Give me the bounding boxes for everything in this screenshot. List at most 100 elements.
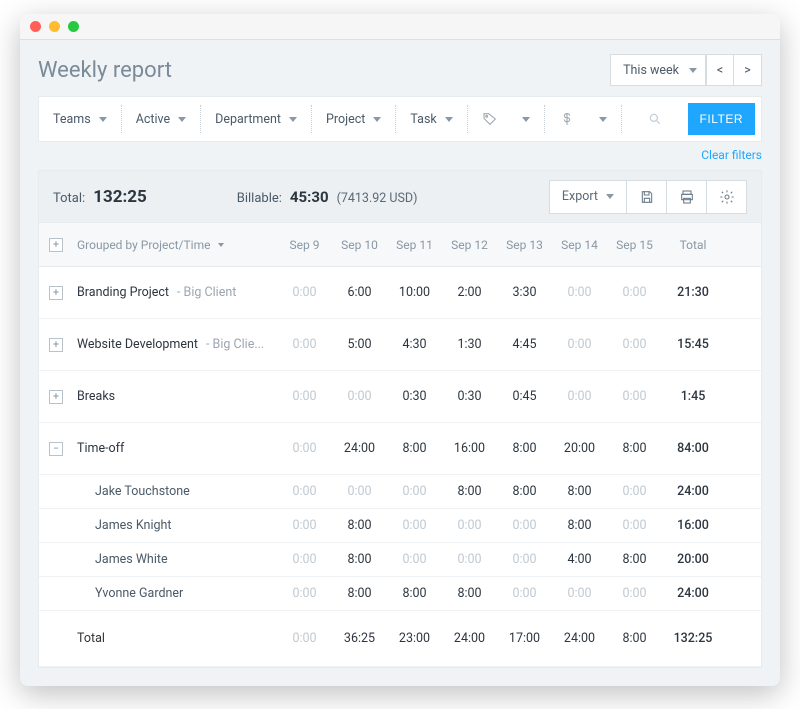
table-subrow: James White 0:008:000:000:000:004:008:00… [39,543,761,577]
time-cell: 0:00 [552,285,607,300]
time-cell: 0:00 [552,337,607,352]
chevron-down-icon [689,68,697,73]
time-cell: 0:00 [277,631,332,646]
titlebar [20,14,780,40]
billable-value: 45:30 [290,188,329,206]
next-week-button[interactable]: > [734,54,762,86]
time-cell: 8:00 [442,484,497,499]
chevron-down-icon [606,194,614,199]
dollar-icon [559,111,575,127]
filters-bar: Teams Active Department Project Task [38,96,762,142]
time-cell: 0:00 [497,586,552,601]
time-cell: 24:00 [552,631,607,646]
search-icon [648,112,662,126]
total-value: 132:25 [93,187,147,207]
row-name: Breaks [73,389,277,404]
time-cell: 17:00 [497,631,552,646]
time-cell: 0:00 [277,484,332,499]
row-total: 84:00 [662,441,724,456]
time-cell: 5:00 [332,337,387,352]
time-cell: 0:30 [442,389,497,404]
subrow-name: James White [73,552,277,567]
time-cell: 8:00 [387,441,442,456]
report-table: Total: 132:25 Billable: 45:30 (7413.92 U… [38,170,762,668]
apply-filter-button[interactable]: FILTER [688,103,755,135]
filter-project[interactable]: Project [312,97,395,141]
time-cell: 0:00 [552,389,607,404]
time-cell: 4:00 [552,552,607,567]
row-expand-toggle[interactable]: + [49,286,63,300]
time-cell: 4:45 [497,337,552,352]
time-cell: 8:00 [387,586,442,601]
time-cell: 8:00 [552,484,607,499]
column-day: Sep 15 [607,238,662,252]
filter-active[interactable]: Active [122,97,200,141]
chevron-down-icon [599,117,607,122]
row-name: Website Development - Big Clie... [73,337,277,352]
window-maximize-button[interactable] [68,21,79,32]
time-cell: 0:00 [277,285,332,300]
billable-currency: (7413.92 USD) [337,191,418,206]
time-cell: 6:00 [332,285,387,300]
topbar: Weekly report This week < > [20,40,780,96]
subrow-name: Jake Touchstone [73,484,277,499]
table-row: + Breaks 0:000:000:300:300:450:000:00 1:… [39,371,761,423]
group-by-column[interactable]: Grouped by Project/Time [73,238,277,252]
time-cell: 16:00 [442,441,497,456]
filter-tag[interactable] [468,97,544,141]
time-cell: 0:45 [497,389,552,404]
table-row: + Branding Project - Big Client 0:006:00… [39,267,761,319]
window-close-button[interactable] [30,21,41,32]
row-total: 21:30 [662,285,724,300]
column-day: Sep 13 [497,238,552,252]
time-cell: 0:00 [277,441,332,456]
expand-all-toggle[interactable]: + [49,238,63,252]
time-cell: 0:00 [552,586,607,601]
time-cell: 8:00 [332,586,387,601]
row-expand-toggle[interactable]: + [49,390,63,404]
time-cell: 8:00 [607,631,662,646]
time-cell: 0:00 [277,518,332,533]
table-subrow: James Knight 0:008:000:000:000:008:000:0… [39,509,761,543]
time-cell: 0:00 [607,518,662,533]
column-day: Sep 10 [332,238,387,252]
time-cell: 0:00 [442,552,497,567]
settings-button[interactable] [707,180,747,214]
chevron-down-icon [445,117,453,122]
clear-filters-link[interactable]: Clear filters [701,148,762,162]
time-cell: 0:00 [607,285,662,300]
time-cell: 0:00 [387,518,442,533]
billable-label: Billable: [237,191,282,206]
filter-task[interactable]: Task [396,97,466,141]
filter-teams[interactable]: Teams [39,97,121,141]
row-total: 20:00 [662,552,724,567]
gear-icon [719,189,735,205]
time-cell: 0:30 [387,389,442,404]
time-cell: 8:00 [332,552,387,567]
filter-billable[interactable] [545,97,621,141]
time-cell: 0:00 [332,389,387,404]
time-cell: 8:00 [332,518,387,533]
filter-department[interactable]: Department [201,97,311,141]
print-button[interactable] [667,180,707,214]
app-window: Weekly report This week < > Teams Active… [20,14,780,686]
export-button[interactable]: Export [549,180,627,214]
prev-week-button[interactable]: < [706,54,734,86]
window-minimize-button[interactable] [49,21,60,32]
time-cell: 0:00 [277,552,332,567]
row-expand-toggle[interactable]: − [49,442,63,456]
row-expand-toggle[interactable]: + [49,338,63,352]
column-total: Total [662,238,724,252]
time-cell: 0:00 [387,484,442,499]
time-cell: 0:00 [607,337,662,352]
date-range-select[interactable]: This week [610,54,706,86]
date-range-label: This week [623,63,679,78]
column-day: Sep 12 [442,238,497,252]
search-input[interactable] [622,97,688,141]
time-cell: 8:00 [497,441,552,456]
time-cell: 10:00 [387,285,442,300]
time-cell: 0:00 [607,389,662,404]
time-cell: 0:00 [277,586,332,601]
save-button[interactable] [627,180,667,214]
subrow-name: James Knight [73,518,277,533]
